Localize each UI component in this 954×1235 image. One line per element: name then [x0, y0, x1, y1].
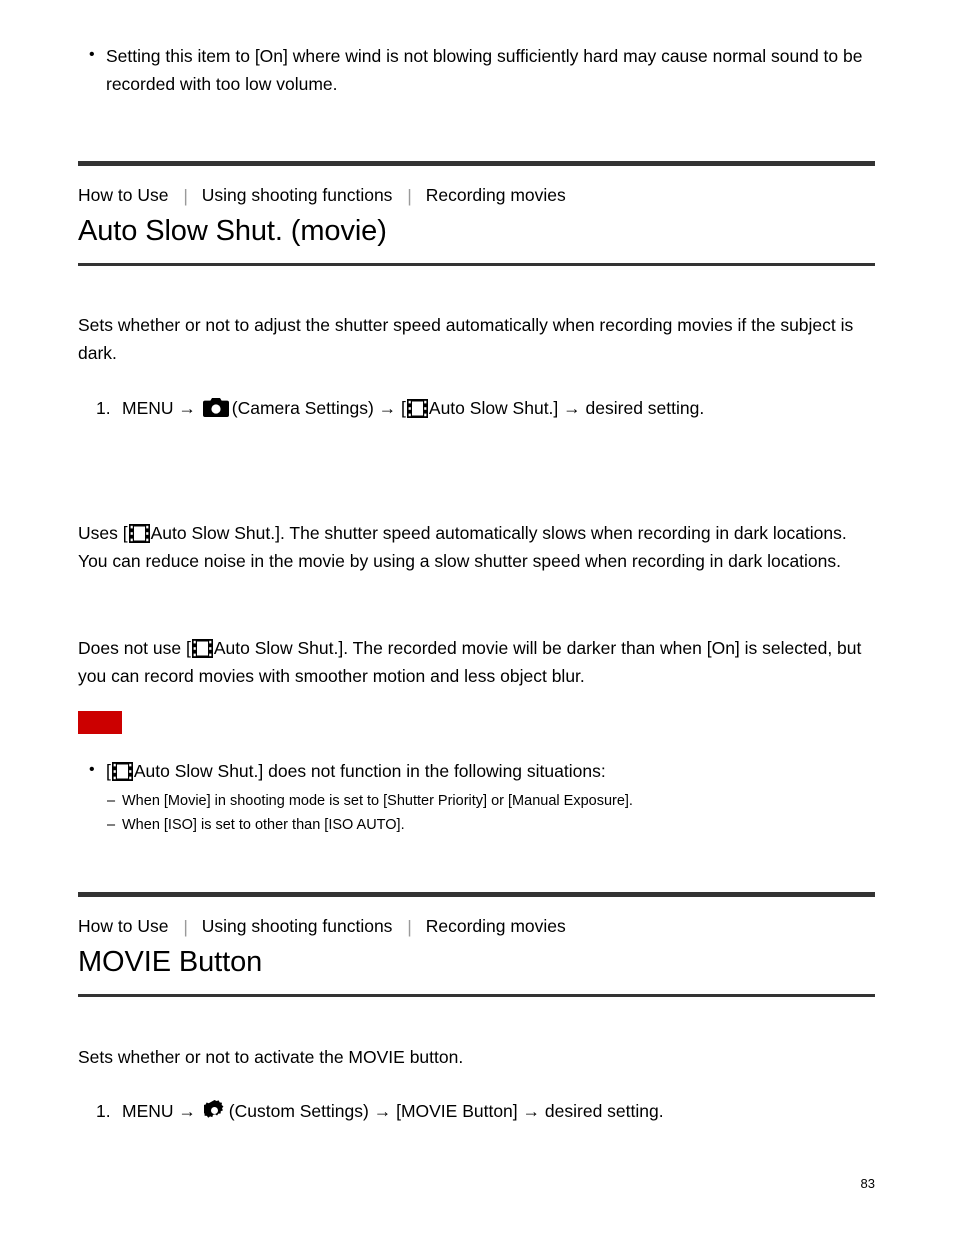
step-item-label: Auto Slow Shut.]	[428, 398, 559, 418]
description-body: Auto Slow Shut.]. The shutter speed auto…	[78, 523, 847, 571]
step-item-label: [MOVIE Button]	[396, 1101, 518, 1121]
breadcrumb-item-using-shooting-functions[interactable]: Using shooting functions	[202, 185, 393, 205]
breadcrumb-item-how-to-use[interactable]: How to Use	[78, 185, 168, 205]
note-subitem-text: When [Movie] in shooting mode is set to …	[122, 793, 633, 809]
breadcrumb-item-recording-movies[interactable]: Recording movies	[426, 185, 566, 205]
section-1-steps: 1. MENU → (Camera Settings) → [ Auto Slow …	[78, 394, 875, 422]
top-note-bullet-list: Setting this item to [On] where wind is …	[78, 41, 875, 98]
top-note-bullet-text: Setting this item to [On] where wind is …	[106, 46, 863, 94]
step-group-label: (Camera Settings)	[231, 398, 374, 418]
page-footer: 83	[78, 1176, 875, 1191]
section-1-note: [ Auto Slow Shut.] does not function in t…	[78, 711, 875, 837]
list-item: When [ISO] is set to other than [ISO AUT…	[107, 813, 875, 837]
arrow-right-icon: →	[522, 1101, 541, 1121]
step-menu-label: MENU	[122, 398, 174, 418]
step-item: 1. MENU → (Custom Settings) → [MOVIE Butt…	[96, 1097, 875, 1125]
section-auto-slow-shut-header: How to Use | Using shooting functions | …	[78, 161, 875, 267]
section-movie-button-header: How to Use | Using shooting functions | …	[78, 892, 875, 998]
top-note-block: Setting this item to [On] where wind is …	[78, 41, 875, 98]
help-guide-page: Setting this item to [On] where wind is …	[0, 0, 954, 1235]
page-title: Auto Slow Shut. (movie)	[78, 215, 387, 247]
list-item: Setting this item to [On] where wind is …	[89, 41, 875, 98]
arrow-right-icon: →	[178, 1101, 196, 1121]
description-lead: Uses [	[78, 523, 128, 543]
camera-icon	[202, 398, 229, 417]
film-icon	[128, 524, 150, 543]
arrow-right-icon: →	[378, 398, 397, 418]
film-icon	[191, 639, 213, 658]
breadcrumb: How to Use | Using shooting functions | …	[78, 897, 875, 937]
step-tail-label: desired setting.	[585, 398, 705, 418]
description-lead: Does not use [	[78, 638, 191, 658]
intro-paragraph: Sets whether or not to adjust the shutte…	[78, 315, 854, 363]
breadcrumb-separator-icon: |	[407, 186, 412, 206]
note-subitem-text: When [ISO] is set to other than [ISO AUT…	[122, 817, 405, 833]
section-1-intro: Sets whether or not to adjust the shutte…	[78, 311, 875, 367]
step-group-label: (Custom Settings)	[228, 1101, 369, 1121]
arrow-right-icon: →	[373, 1101, 392, 1121]
step-number: 1.	[96, 398, 111, 418]
list-item: When [Movie] in shooting mode is set to …	[107, 789, 875, 813]
note-bullet-list: [ Auto Slow Shut.] does not function in t…	[78, 756, 875, 837]
intro-paragraph: Sets whether or not to activate the MOVI…	[78, 1047, 464, 1067]
step-menu-label: MENU	[122, 1101, 174, 1121]
breadcrumb-item-how-to-use[interactable]: How to Use	[78, 916, 168, 936]
breadcrumb-separator-icon: |	[183, 186, 188, 206]
step-number: 1.	[96, 1101, 111, 1121]
step-list: 1. MENU → (Custom Settings) → [MOVIE Butt…	[78, 1097, 875, 1125]
step-tail-label: desired setting.	[544, 1101, 664, 1121]
bracket-open: [	[401, 398, 406, 418]
arrow-right-icon: →	[178, 398, 196, 418]
note-marker	[78, 711, 122, 734]
step-list: 1. MENU → (Camera Settings) → [ Auto Slow …	[78, 394, 875, 422]
breadcrumb-item-recording-movies[interactable]: Recording movies	[426, 916, 566, 936]
list-item: [ Auto Slow Shut.] does not function in t…	[89, 756, 875, 837]
section-rule-bottom	[78, 994, 875, 998]
breadcrumb-separator-icon: |	[407, 917, 412, 937]
section-rule-bottom	[78, 263, 875, 267]
note-subitem-list: When [Movie] in shooting mode is set to …	[106, 789, 875, 837]
film-icon	[406, 399, 428, 418]
film-icon	[111, 762, 133, 781]
step-item: 1. MENU → (Camera Settings) → [ Auto Slow …	[96, 394, 875, 422]
page-number: 83	[860, 1176, 875, 1191]
section-2-steps: 1. MENU → (Custom Settings) → [MOVIE Butt…	[78, 1097, 875, 1125]
arrow-right-icon: →	[563, 398, 581, 418]
section-1-description-off: Does not use [Auto Slow Shut.]. The reco…	[78, 634, 875, 690]
description-paragraph: Does not use [Auto Slow Shut.]. The reco…	[78, 634, 875, 690]
breadcrumb-separator-icon: |	[183, 917, 188, 937]
gear-icon	[203, 1100, 225, 1121]
section-1-description-on: Uses [Auto Slow Shut.]. The shutter spee…	[78, 519, 875, 575]
description-paragraph: Uses [Auto Slow Shut.]. The shutter spee…	[78, 519, 875, 575]
note-bullet-lead: [	[106, 761, 111, 781]
breadcrumb: How to Use | Using shooting functions | …	[78, 166, 875, 206]
note-bullet-body: Auto Slow Shut.] does not function in th…	[133, 761, 606, 781]
breadcrumb-item-using-shooting-functions[interactable]: Using shooting functions	[202, 916, 393, 936]
section-2-intro: Sets whether or not to activate the MOVI…	[78, 1043, 875, 1071]
page-title: MOVIE Button	[78, 946, 263, 978]
